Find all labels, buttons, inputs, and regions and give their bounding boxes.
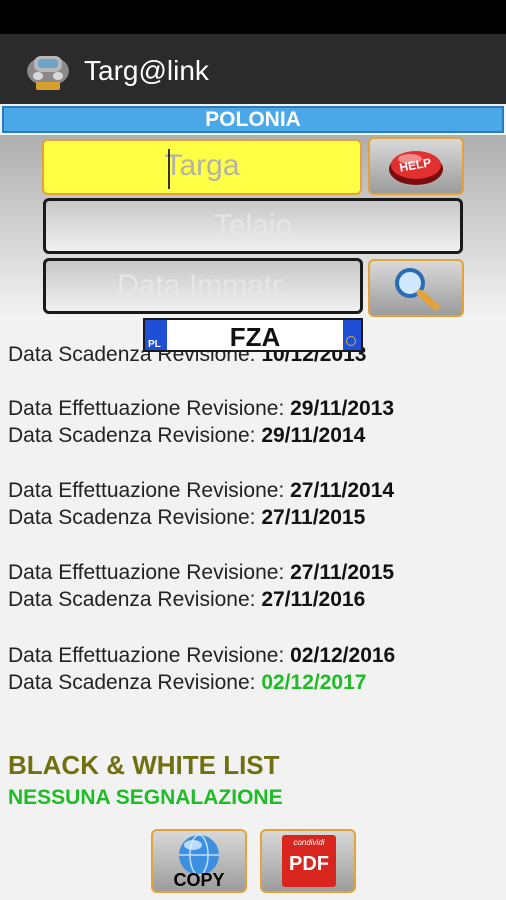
plate-sticker-icon [346, 336, 356, 346]
record-line: Data Scadenza Revisione: 27/11/2016 [8, 588, 366, 611]
country-bar[interactable]: POLONIA [2, 106, 504, 133]
pdf-share-label: condividi [293, 838, 325, 847]
text-cursor [168, 149, 170, 189]
app-title: Targ@link [84, 55, 209, 86]
help-button[interactable]: HELP [368, 137, 464, 195]
pdf-icon: condividi PDF [282, 835, 336, 887]
action-bar: Targ@link [0, 34, 506, 104]
share-pdf-button[interactable]: condividi PDF [260, 829, 356, 893]
plate-right-band [343, 320, 361, 350]
data-immatricolazione-input[interactable]: Data Immatr. [43, 258, 363, 314]
record-line: Data Effettuazione Revisione: 29/11/2013 [8, 397, 395, 420]
license-plate: PL FZA [143, 318, 363, 352]
search-form: Targa HELP Telaio Data Immatr. [0, 135, 506, 320]
results-panel: Data Scadenza Revisione: 10/12/2013 Data… [0, 320, 506, 900]
record-line: Data Scadenza Revisione: 29/11/2014 [8, 424, 366, 447]
telaio-input[interactable]: Telaio [43, 198, 463, 254]
plate-country-code: PL [148, 339, 161, 350]
copy-label: COPY [173, 870, 225, 890]
pdf-label: PDF [289, 853, 329, 875]
record-line: Data Effettuazione Revisione: 27/11/2014 [8, 479, 395, 502]
record-line: Data Effettuazione Revisione: 27/11/2015 [8, 561, 395, 584]
magnifier-icon [395, 268, 440, 311]
help-icon: HELP [389, 151, 443, 185]
black-white-list-status: NESSUNA SEGNALAZIONE [8, 786, 283, 809]
copy-button[interactable]: COPY [151, 829, 247, 893]
plate-eu-band: PL [145, 320, 167, 350]
app-logo-icon [27, 56, 69, 90]
status-bar [0, 0, 506, 34]
record-line: Data Effettuazione Revisione: 02/12/2016 [8, 644, 396, 667]
targa-input[interactable]: Targa [42, 139, 362, 195]
record-line: Data Scadenza Revisione: 02/12/2017 [8, 671, 367, 694]
plate-number: FZA [229, 322, 281, 352]
record-line: Data Scadenza Revisione: 27/11/2015 [8, 506, 366, 529]
black-white-list-title: BLACK & WHITE LIST [8, 750, 280, 780]
search-button[interactable] [368, 259, 464, 317]
